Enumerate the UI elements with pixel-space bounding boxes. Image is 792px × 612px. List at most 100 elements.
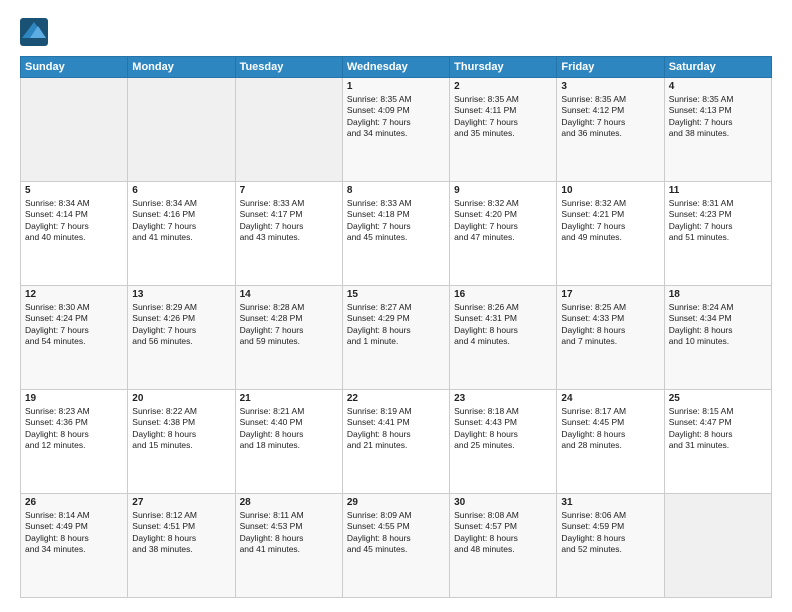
day-info: Sunrise: 8:29 AM Sunset: 4:26 PM Dayligh… (132, 302, 230, 348)
day-number: 26 (25, 497, 123, 508)
day-number: 8 (347, 185, 445, 196)
weekday-header-thursday: Thursday (450, 57, 557, 78)
calendar-cell: 6 Sunrise: 8:34 AM Sunset: 4:16 PM Daylig… (128, 182, 235, 286)
day-number: 13 (132, 289, 230, 300)
logo (20, 18, 52, 46)
calendar-cell: 19 Sunrise: 8:23 AM Sunset: 4:36 PM Dayli… (21, 390, 128, 494)
day-number: 21 (240, 393, 338, 404)
day-info: Sunrise: 8:31 AM Sunset: 4:23 PM Dayligh… (669, 198, 767, 244)
day-info: Sunrise: 8:06 AM Sunset: 4:59 PM Dayligh… (561, 510, 659, 556)
day-number: 31 (561, 497, 659, 508)
weekday-header-monday: Monday (128, 57, 235, 78)
calendar-cell: 5 Sunrise: 8:34 AM Sunset: 4:14 PM Daylig… (21, 182, 128, 286)
calendar-cell: 26 Sunrise: 8:14 AM Sunset: 4:49 PM Dayli… (21, 494, 128, 598)
calendar-cell: 13 Sunrise: 8:29 AM Sunset: 4:26 PM Dayli… (128, 286, 235, 390)
calendar-cell (235, 78, 342, 182)
day-info: Sunrise: 8:09 AM Sunset: 4:55 PM Dayligh… (347, 510, 445, 556)
day-info: Sunrise: 8:08 AM Sunset: 4:57 PM Dayligh… (454, 510, 552, 556)
day-number: 15 (347, 289, 445, 300)
day-number: 1 (347, 81, 445, 92)
day-number: 25 (669, 393, 767, 404)
day-number: 9 (454, 185, 552, 196)
day-number: 5 (25, 185, 123, 196)
day-number: 6 (132, 185, 230, 196)
day-info: Sunrise: 8:35 AM Sunset: 4:09 PM Dayligh… (347, 94, 445, 140)
calendar-cell: 11 Sunrise: 8:31 AM Sunset: 4:23 PM Dayli… (664, 182, 771, 286)
calendar-cell: 28 Sunrise: 8:11 AM Sunset: 4:53 PM Dayli… (235, 494, 342, 598)
calendar-cell: 30 Sunrise: 8:08 AM Sunset: 4:57 PM Dayli… (450, 494, 557, 598)
calendar-cell: 14Sunrise: 8:28 AM Sunset: 4:28 PM Dayli… (235, 286, 342, 390)
weekday-header-row: SundayMondayTuesdayWednesdayThursdayFrid… (21, 57, 772, 78)
day-info: Sunrise: 8:34 AM Sunset: 4:14 PM Dayligh… (25, 198, 123, 244)
day-info: Sunrise: 8:24 AM Sunset: 4:34 PM Dayligh… (669, 302, 767, 348)
day-number: 29 (347, 497, 445, 508)
weekday-header-sunday: Sunday (21, 57, 128, 78)
day-info: Sunrise: 8:18 AM Sunset: 4:43 PM Dayligh… (454, 406, 552, 452)
day-number: 7 (240, 185, 338, 196)
calendar-cell (664, 494, 771, 598)
calendar-cell: 21Sunrise: 8:21 AM Sunset: 4:40 PM Dayli… (235, 390, 342, 494)
calendar-cell: 12 Sunrise: 8:30 AM Sunset: 4:24 PM Dayli… (21, 286, 128, 390)
day-number: 19 (25, 393, 123, 404)
weekday-header-saturday: Saturday (664, 57, 771, 78)
day-number: 16 (454, 289, 552, 300)
calendar-cell: 10Sunrise: 8:32 AM Sunset: 4:21 PM Dayli… (557, 182, 664, 286)
calendar-cell: 1 Sunrise: 8:35 AM Sunset: 4:09 PM Daylig… (342, 78, 449, 182)
day-number: 14 (240, 289, 338, 300)
calendar-cell: 20 Sunrise: 8:22 AM Sunset: 4:38 PM Dayli… (128, 390, 235, 494)
day-info: Sunrise: 8:17 AM Sunset: 4:45 PM Dayligh… (561, 406, 659, 452)
day-number: 10 (561, 185, 659, 196)
day-info: Sunrise: 8:34 AM Sunset: 4:16 PM Dayligh… (132, 198, 230, 244)
calendar-cell: 9 Sunrise: 8:32 AM Sunset: 4:20 PM Daylig… (450, 182, 557, 286)
day-info: Sunrise: 8:22 AM Sunset: 4:38 PM Dayligh… (132, 406, 230, 452)
calendar-cell: 24 Sunrise: 8:17 AM Sunset: 4:45 PM Dayli… (557, 390, 664, 494)
day-info: Sunrise: 8:14 AM Sunset: 4:49 PM Dayligh… (25, 510, 123, 556)
day-number: 17 (561, 289, 659, 300)
day-info: Sunrise: 8:11 AM Sunset: 4:53 PM Dayligh… (240, 510, 338, 556)
calendar-table: SundayMondayTuesdayWednesdayThursdayFrid… (20, 56, 772, 598)
day-number: 2 (454, 81, 552, 92)
calendar-cell: 3 Sunrise: 8:35 AM Sunset: 4:12 PM Daylig… (557, 78, 664, 182)
day-number: 11 (669, 185, 767, 196)
day-info: Sunrise: 8:25 AM Sunset: 4:33 PM Dayligh… (561, 302, 659, 348)
page: SundayMondayTuesdayWednesdayThursdayFrid… (0, 0, 792, 612)
calendar-cell (128, 78, 235, 182)
day-info: Sunrise: 8:30 AM Sunset: 4:24 PM Dayligh… (25, 302, 123, 348)
header (20, 18, 772, 46)
calendar-cell: 16Sunrise: 8:26 AM Sunset: 4:31 PM Dayli… (450, 286, 557, 390)
logo-icon (20, 18, 48, 46)
calendar-cell: 8 Sunrise: 8:33 AM Sunset: 4:18 PM Daylig… (342, 182, 449, 286)
day-info: Sunrise: 8:27 AM Sunset: 4:29 PM Dayligh… (347, 302, 445, 348)
day-number: 18 (669, 289, 767, 300)
day-number: 24 (561, 393, 659, 404)
weekday-header-wednesday: Wednesday (342, 57, 449, 78)
day-info: Sunrise: 8:32 AM Sunset: 4:20 PM Dayligh… (454, 198, 552, 244)
week-row-5: 26 Sunrise: 8:14 AM Sunset: 4:49 PM Dayli… (21, 494, 772, 598)
day-info: Sunrise: 8:15 AM Sunset: 4:47 PM Dayligh… (669, 406, 767, 452)
day-number: 30 (454, 497, 552, 508)
day-number: 28 (240, 497, 338, 508)
day-info: Sunrise: 8:35 AM Sunset: 4:12 PM Dayligh… (561, 94, 659, 140)
week-row-3: 12 Sunrise: 8:30 AM Sunset: 4:24 PM Dayli… (21, 286, 772, 390)
day-number: 3 (561, 81, 659, 92)
calendar-cell: 18 Sunrise: 8:24 AM Sunset: 4:34 PM Dayli… (664, 286, 771, 390)
calendar-cell: 15 Sunrise: 8:27 AM Sunset: 4:29 PM Dayli… (342, 286, 449, 390)
day-number: 20 (132, 393, 230, 404)
day-number: 22 (347, 393, 445, 404)
week-row-1: 1 Sunrise: 8:35 AM Sunset: 4:09 PM Daylig… (21, 78, 772, 182)
calendar-cell: 25 Sunrise: 8:15 AM Sunset: 4:47 PM Dayli… (664, 390, 771, 494)
day-number: 12 (25, 289, 123, 300)
day-info: Sunrise: 8:35 AM Sunset: 4:13 PM Dayligh… (669, 94, 767, 140)
day-number: 4 (669, 81, 767, 92)
calendar-cell: 31 Sunrise: 8:06 AM Sunset: 4:59 PM Dayli… (557, 494, 664, 598)
day-info: Sunrise: 8:35 AM Sunset: 4:11 PM Dayligh… (454, 94, 552, 140)
day-info: Sunrise: 8:23 AM Sunset: 4:36 PM Dayligh… (25, 406, 123, 452)
weekday-header-friday: Friday (557, 57, 664, 78)
calendar-cell: 27Sunrise: 8:12 AM Sunset: 4:51 PM Dayli… (128, 494, 235, 598)
day-number: 27 (132, 497, 230, 508)
calendar-cell: 29 Sunrise: 8:09 AM Sunset: 4:55 PM Dayli… (342, 494, 449, 598)
week-row-2: 5 Sunrise: 8:34 AM Sunset: 4:14 PM Daylig… (21, 182, 772, 286)
calendar-cell: 7Sunrise: 8:33 AM Sunset: 4:17 PM Daylig… (235, 182, 342, 286)
day-info: Sunrise: 8:33 AM Sunset: 4:18 PM Dayligh… (347, 198, 445, 244)
weekday-header-tuesday: Tuesday (235, 57, 342, 78)
